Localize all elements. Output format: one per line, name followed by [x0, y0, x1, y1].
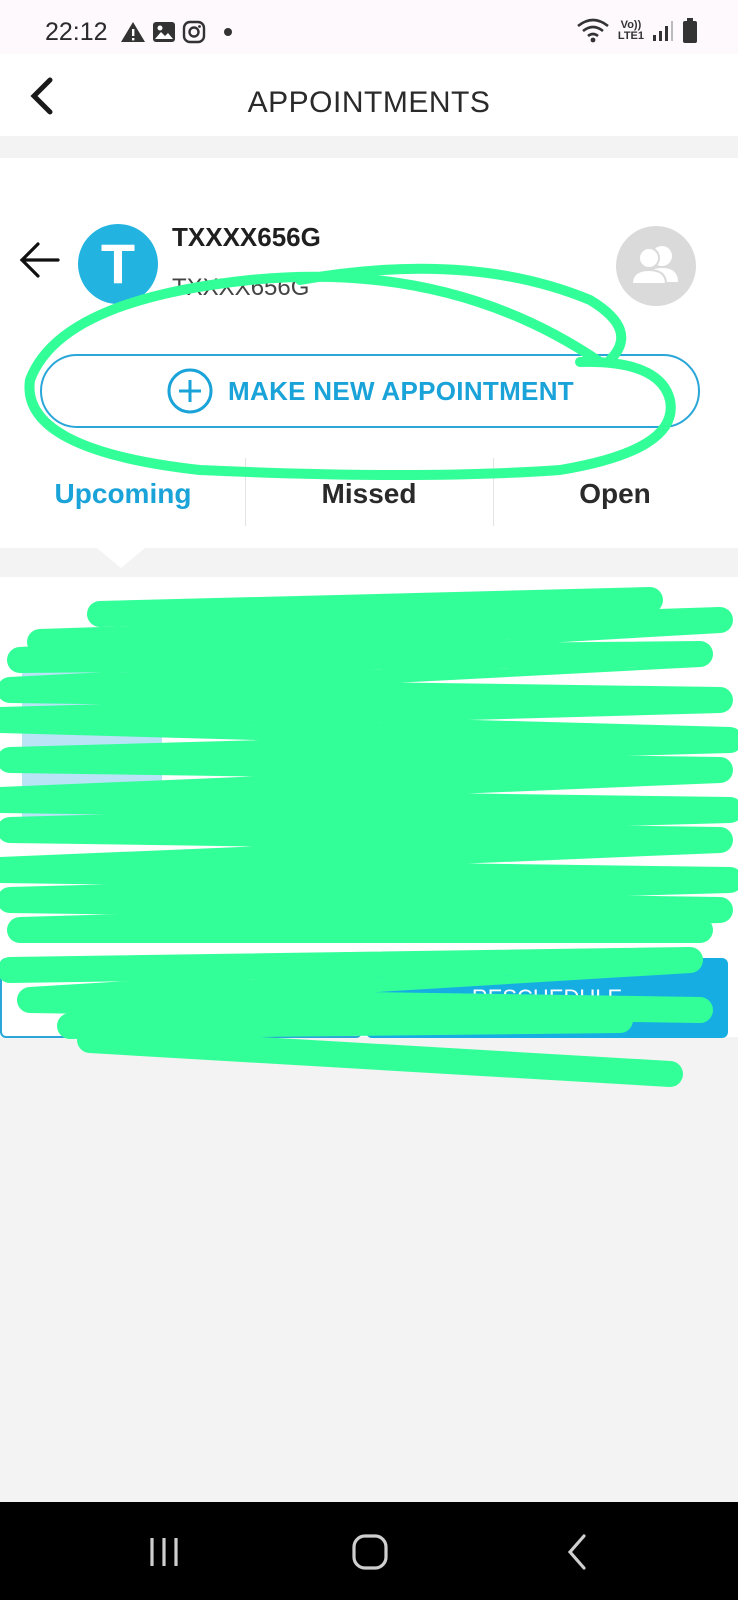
- recents-icon[interactable]: [134, 1530, 194, 1574]
- page-title: APPOINTMENTS: [247, 86, 491, 119]
- profile-name: TXXXX656G: [172, 222, 321, 252]
- home-icon[interactable]: [340, 1530, 400, 1574]
- back-icon[interactable]: [548, 1530, 608, 1574]
- appointment-date-box: [22, 666, 162, 836]
- battery-icon: [683, 18, 697, 43]
- reschedule-button[interactable]: RESCHEDULE: [366, 958, 728, 1038]
- warning-icon: [121, 22, 145, 42]
- users-icon: [630, 246, 678, 285]
- wifi-icon: [577, 18, 609, 43]
- app-header: APPOINTMENTS: [0, 54, 738, 136]
- section-gap: [0, 136, 738, 158]
- tab-missed[interactable]: Missed: [246, 458, 492, 530]
- tab-upcoming[interactable]: Upcoming: [0, 458, 246, 530]
- make-new-appointment-button[interactable]: MAKE NEW APPOINTMENT: [40, 354, 700, 428]
- status-bar: 22:12 Vo)) LTE1: [0, 0, 738, 54]
- system-nav-bar: [0, 1502, 738, 1600]
- plus-circle-icon: [167, 368, 213, 414]
- active-tab-indicator: [97, 548, 145, 568]
- status-time: 22:12: [45, 18, 108, 46]
- tab-open[interactable]: Open: [492, 458, 738, 530]
- tab-divider: [245, 458, 246, 526]
- avatar: T: [78, 224, 158, 304]
- appointment-institution: National University ...: [184, 604, 392, 629]
- appointment-tabs: Upcoming Missed Open: [0, 458, 738, 530]
- tab-divider: [493, 458, 494, 526]
- network-label-bottom: LTE1: [617, 30, 644, 42]
- notification-dot: [224, 28, 232, 36]
- image-icon: [153, 22, 175, 42]
- switch-profile-button[interactable]: [616, 226, 696, 306]
- signal-icon: [653, 21, 673, 41]
- profile-id: TXXXX656G: [172, 274, 310, 301]
- instagram-icon: [182, 20, 206, 44]
- make-new-appointment-label: MAKE NEW APPOINTMENT: [228, 375, 574, 406]
- network-label: Vo)) LTE1: [618, 20, 644, 42]
- cancel-button[interactable]: CANCEL: [0, 958, 362, 1038]
- arrow-left-icon[interactable]: [18, 240, 60, 280]
